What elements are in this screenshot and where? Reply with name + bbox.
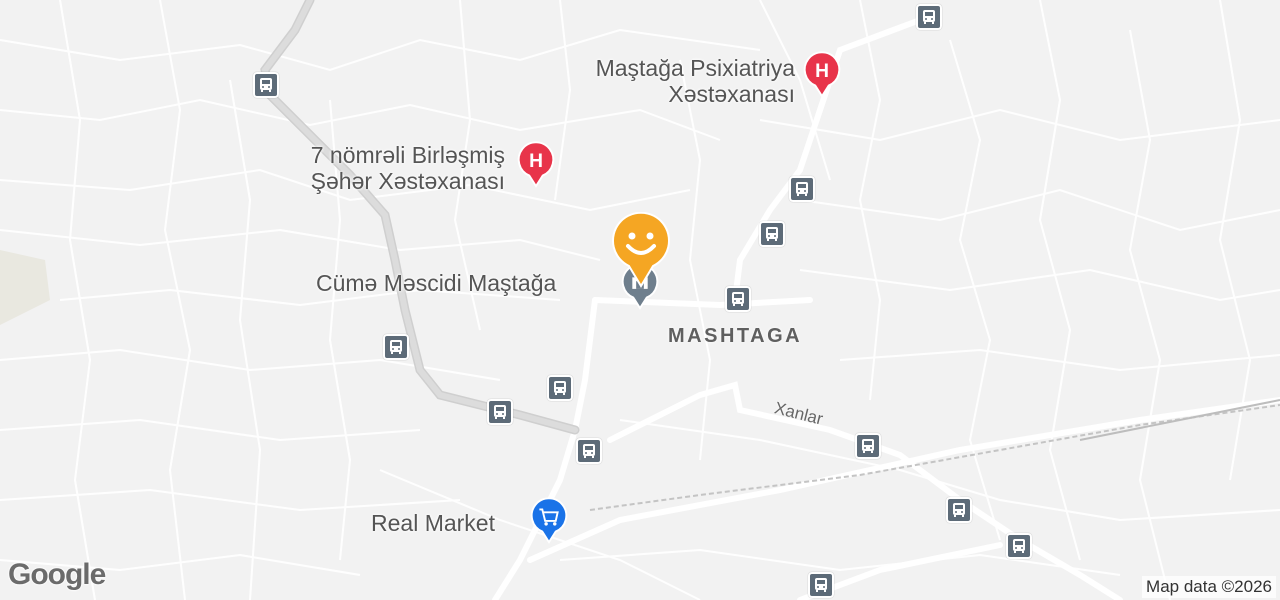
shopping-cart-icon[interactable] bbox=[529, 496, 569, 544]
bus-glyph bbox=[554, 381, 566, 395]
hospital-icon[interactable]: H bbox=[516, 140, 556, 188]
bus-stop-icon[interactable] bbox=[808, 572, 834, 598]
bus-stop-icon[interactable] bbox=[547, 375, 573, 401]
bus-glyph bbox=[796, 182, 808, 196]
hospital-7-label[interactable]: 7 nömrəli Birləşmiş Şəhər Xəstəxanası bbox=[255, 142, 505, 194]
bus-stop-icon[interactable] bbox=[946, 497, 972, 523]
bus-stop-icon[interactable] bbox=[855, 433, 881, 459]
bus-stop-icon[interactable] bbox=[253, 72, 279, 98]
hospital-psychiatric-label[interactable]: Maştağa Psixiatriya Xəstəxanası bbox=[545, 55, 795, 107]
bus-stop-icon[interactable] bbox=[759, 221, 785, 247]
bus-glyph bbox=[953, 503, 965, 517]
bus-glyph bbox=[862, 439, 874, 453]
bus-stop-icon[interactable] bbox=[487, 399, 513, 425]
bus-glyph bbox=[766, 227, 778, 241]
bus-stop-icon[interactable] bbox=[725, 286, 751, 312]
place-name-line1: 7 nömrəli Birləşmiş bbox=[310, 142, 505, 168]
bus-stop-icon[interactable] bbox=[789, 176, 815, 202]
place-name-line2: Şəhər Xəstəxanası bbox=[310, 168, 505, 194]
map-canvas[interactable]: Maştağa Psixiatriya Xəstəxanası 7 nömrəl… bbox=[0, 0, 1280, 600]
location-marker-icon[interactable] bbox=[610, 212, 672, 288]
bus-glyph bbox=[583, 444, 595, 458]
mosque-label[interactable]: Cümə Məscidi Maştağa bbox=[316, 270, 556, 296]
place-name: Cümə Məscidi Maştağa bbox=[316, 270, 557, 296]
place-name: Real Market bbox=[371, 510, 495, 536]
map-attribution[interactable]: Map data ©2026 bbox=[1142, 576, 1276, 598]
place-name-line1: Maştağa Psixiatriya bbox=[595, 55, 795, 81]
bus-glyph bbox=[1013, 539, 1025, 553]
bus-glyph bbox=[732, 292, 744, 306]
bus-stop-icon[interactable] bbox=[576, 438, 602, 464]
svg-text:H: H bbox=[529, 151, 543, 172]
svg-text:H: H bbox=[815, 61, 829, 82]
bus-stop-icon[interactable] bbox=[916, 4, 942, 30]
bus-glyph bbox=[390, 340, 402, 354]
hospital-icon[interactable]: H bbox=[802, 50, 842, 98]
bus-stop-icon[interactable] bbox=[383, 334, 409, 360]
area-label: MASHTAGA bbox=[668, 325, 803, 347]
bus-glyph bbox=[923, 10, 935, 24]
place-name-line2: Xəstəxanası bbox=[668, 81, 795, 107]
bus-glyph bbox=[260, 78, 272, 92]
google-logo: Google bbox=[8, 558, 106, 591]
bus-stop-icon[interactable] bbox=[1006, 533, 1032, 559]
bus-glyph bbox=[815, 578, 827, 592]
bus-glyph bbox=[494, 405, 506, 419]
market-label[interactable]: Real Market bbox=[371, 510, 495, 536]
